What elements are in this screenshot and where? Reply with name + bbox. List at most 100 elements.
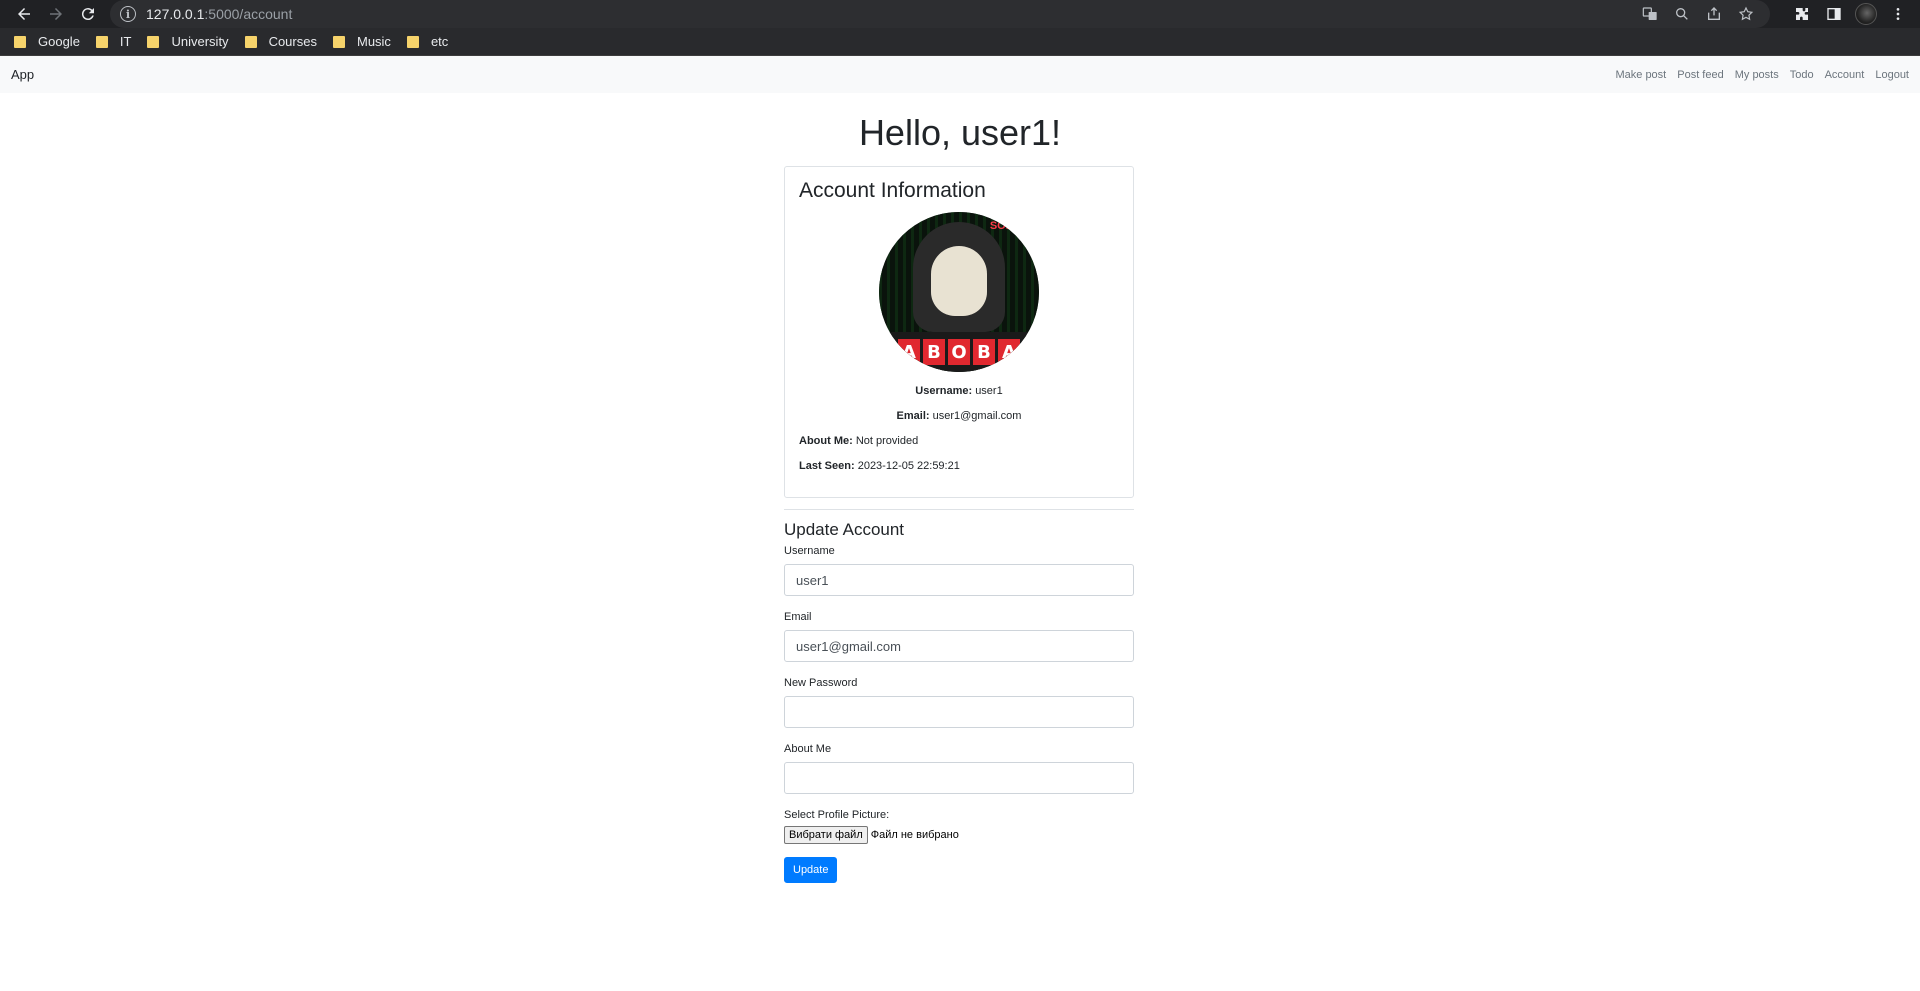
avatar-band: A B O B A	[879, 332, 1039, 372]
file-picker: Вибрати файл Файл не вибрано	[784, 826, 1134, 844]
nav-link-logout[interactable]: Logout	[1875, 69, 1909, 81]
avatar-band-letter: B	[923, 339, 945, 365]
share-button[interactable]	[1700, 0, 1728, 28]
email-info-label: Email:	[896, 410, 930, 422]
email-label: Email	[784, 611, 812, 623]
address-bar[interactable]: i 127.0.0.1:5000/account	[110, 0, 1770, 28]
menu-button[interactable]	[1884, 0, 1912, 28]
share-icon	[1708, 7, 1720, 20]
reload-button[interactable]	[72, 0, 104, 28]
account-container: Account Information SOLO A B O B A Usern…	[784, 166, 1134, 883]
bookmark-label: IT	[119, 34, 132, 49]
folder-icon	[95, 35, 108, 48]
folder-icon	[332, 35, 345, 48]
bookmark-label: Music	[356, 34, 391, 49]
about-input[interactable]	[784, 762, 1134, 794]
kebab-menu-icon	[1896, 8, 1900, 20]
picture-group: Select Profile Picture: Вибрати файл Фай…	[784, 809, 1134, 844]
password-group: New Password	[784, 677, 1134, 728]
avatar-band-letter: A	[998, 339, 1020, 365]
username-info: Username: user1	[799, 385, 1119, 397]
account-info-title: Account Information	[799, 179, 986, 202]
update-button[interactable]: Update	[784, 857, 838, 883]
side-panel-icon	[1827, 8, 1841, 20]
page-title: Hello, user1!	[858, 112, 1062, 153]
about-info: About Me: Not provided	[799, 435, 1119, 447]
translate-icon	[1642, 7, 1657, 20]
divider	[784, 509, 1134, 510]
app-navbar: App Make post Post feed My posts Todo Ac…	[0, 56, 1920, 93]
last-seen-value: 2023-12-05 22:59:21	[857, 460, 960, 472]
last-seen-info: Last Seen: 2023-12-05 22:59:21	[799, 460, 1119, 472]
username-input[interactable]	[784, 564, 1134, 596]
translate-button[interactable]	[1636, 0, 1664, 28]
reload-icon	[81, 8, 94, 21]
site-info-icon[interactable]: i	[120, 6, 136, 22]
avatar-band-letter: B	[973, 339, 995, 365]
about-group: About Me	[784, 743, 1134, 794]
bookmark-label: Courses	[268, 34, 317, 49]
about-info-value: Not provided	[855, 435, 919, 447]
file-status: Файл не вибрано	[870, 829, 959, 841]
email-input[interactable]	[784, 630, 1134, 662]
folder-icon	[14, 35, 26, 48]
choose-file-button[interactable]: Вибрати файл	[784, 826, 868, 844]
bookmark-label: University	[171, 34, 229, 49]
picture-label: Select Profile Picture:	[784, 809, 890, 821]
bookmark-etc[interactable]: etc	[405, 30, 458, 54]
update-account-form: Update Account Username Email New Passwo…	[784, 520, 1134, 883]
side-panel-button[interactable]	[1820, 0, 1848, 28]
account-info-card: Account Information SOLO A B O B A Usern…	[784, 166, 1134, 498]
bookmark-courses[interactable]: Courses	[243, 30, 327, 54]
nav-link-account[interactable]: Account	[1825, 69, 1865, 81]
bookmark-university[interactable]: University	[145, 30, 238, 54]
navbar-brand[interactable]: App	[11, 67, 34, 82]
email-info: Email: user1@gmail.com	[799, 410, 1119, 422]
folder-icon	[406, 35, 419, 48]
arrow-right-icon	[50, 8, 62, 20]
avatar-tag: SOLO	[989, 220, 1021, 232]
browser-toolbar: i 127.0.0.1:5000/account	[0, 0, 1920, 28]
bookmark-it[interactable]: IT	[94, 30, 142, 54]
password-input[interactable]	[784, 696, 1134, 728]
folder-icon	[244, 35, 257, 48]
profile-button[interactable]	[1852, 0, 1880, 28]
zoom-button[interactable]	[1668, 0, 1696, 28]
puzzle-icon	[1796, 8, 1808, 20]
bookmarks-bar: Google IT University Courses Music etc	[0, 28, 1920, 56]
about-label: About Me	[784, 743, 832, 755]
back-button[interactable]	[8, 0, 40, 28]
username-info-label: Username:	[915, 385, 973, 397]
magnifier-icon	[1676, 7, 1688, 20]
username-group: Username	[784, 545, 1134, 596]
omnibox-actions	[1636, 0, 1760, 28]
nav-link-todo[interactable]: Todo	[1790, 69, 1814, 81]
nav-link-make-post[interactable]: Make post	[1615, 69, 1666, 81]
last-seen-label: Last Seen:	[799, 460, 855, 472]
password-label: New Password	[784, 677, 858, 689]
about-info-label: About Me:	[799, 435, 853, 447]
extensions-button[interactable]	[1788, 0, 1816, 28]
email-info-value: user1@gmail.com	[932, 410, 1022, 422]
nav-link-post-feed[interactable]: Post feed	[1677, 69, 1723, 81]
bookmark-music[interactable]: Music	[331, 30, 401, 54]
email-group: Email	[784, 611, 1134, 662]
nav-links: Make post Post feed My posts Todo Accoun…	[1615, 69, 1909, 81]
profile-avatar	[1855, 3, 1877, 25]
avatar-band-letter: A	[898, 339, 920, 365]
update-account-title: Update Account	[784, 520, 905, 539]
avatar-mask	[931, 246, 987, 316]
bookmark-star-button[interactable]	[1732, 0, 1760, 28]
bookmark-label: etc	[430, 34, 449, 49]
profile-picture: SOLO A B O B A	[879, 212, 1039, 372]
arrow-left-icon	[18, 8, 30, 20]
nav-link-my-posts[interactable]: My posts	[1735, 69, 1779, 81]
forward-button[interactable]	[40, 0, 72, 28]
star-icon	[1738, 6, 1754, 21]
bookmark-label: Google	[38, 34, 80, 49]
username-label: Username	[784, 545, 835, 557]
folder-icon	[147, 35, 160, 48]
url-host: 127.0.0.1	[146, 6, 205, 22]
bookmark-google[interactable]: Google	[12, 30, 90, 54]
browser-actions	[1788, 0, 1912, 28]
